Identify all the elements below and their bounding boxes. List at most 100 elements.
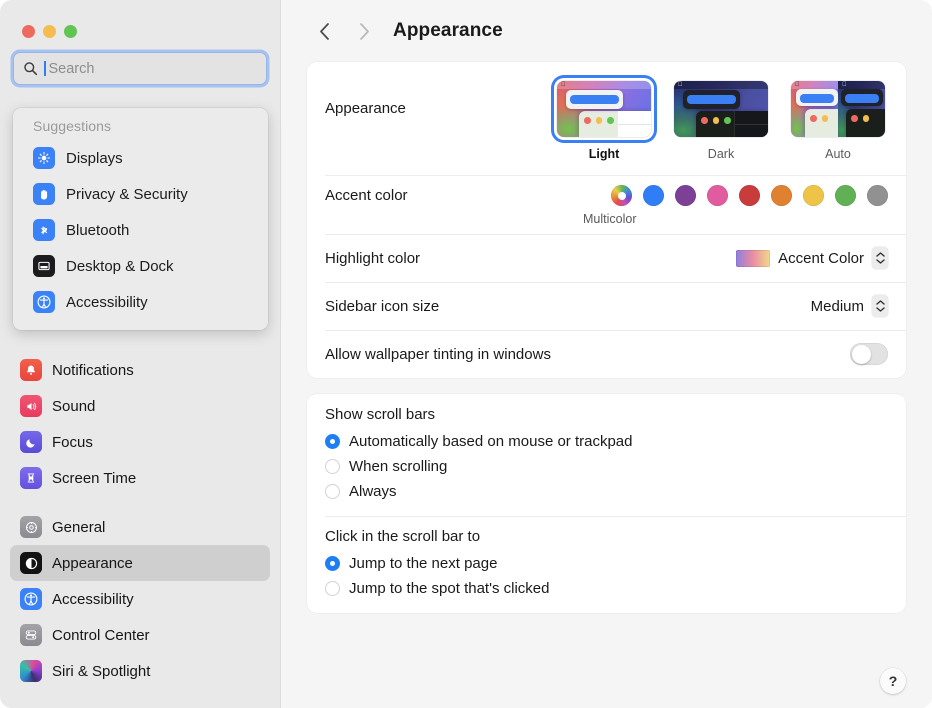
- theme-label: Dark: [708, 147, 734, 161]
- show-scroll-bars-group: Show scroll bars Automatically based on …: [307, 394, 906, 516]
- click-scroll-bar-title: Click in the scroll bar to: [325, 528, 888, 545]
- scroll-bar-settings-card: Show scroll bars Automatically based on …: [307, 394, 906, 613]
- sidebar-item-sound[interactable]: Sound: [10, 388, 270, 424]
- accent-swatch-orange[interactable]: [771, 185, 792, 206]
- bell-icon: [20, 359, 42, 381]
- back-arrow[interactable]: [309, 16, 339, 46]
- radio-button[interactable]: [325, 484, 340, 499]
- sidebar-icon-size-value: Medium: [811, 298, 864, 315]
- brightness-icon: [33, 147, 55, 169]
- suggestion-item-displays[interactable]: Displays: [13, 140, 268, 176]
- suggestion-label: Accessibility: [66, 294, 148, 311]
- chevron-updown-icon[interactable]: [872, 295, 888, 317]
- appearance-icon: [20, 552, 42, 574]
- system-settings-window: Search Suggestions Di: [0, 0, 932, 708]
- dock-icon: [33, 255, 55, 277]
- radio-button[interactable]: [325, 434, 340, 449]
- help-button[interactable]: ?: [880, 668, 906, 694]
- sidebar-nav-list: Notifications Sound Focus: [0, 352, 280, 689]
- control-center-icon: [20, 624, 42, 646]
- sidebar-item-label: Notifications: [52, 362, 134, 379]
- sidebar-icon-size-popup[interactable]: Medium: [811, 295, 888, 317]
- sidebar-item-accessibility[interactable]: Accessibility: [10, 581, 270, 617]
- gear-icon: [20, 516, 42, 538]
- radio-always[interactable]: Always: [325, 479, 888, 504]
- minimize-button[interactable]: [43, 25, 56, 38]
- sidebar-item-general[interactable]: General: [10, 509, 270, 545]
- theme-thumbnail-light[interactable]: : [554, 78, 654, 140]
- sidebar-item-focus[interactable]: Focus: [10, 424, 270, 460]
- theme-option-light[interactable]:  Light: [554, 78, 654, 161]
- radio-button[interactable]: [325, 581, 340, 596]
- suggestion-label: Privacy & Security: [66, 186, 188, 203]
- accent-swatch-yellow[interactable]: [803, 185, 824, 206]
- radio-spot-clicked[interactable]: Jump to the spot that's clicked: [325, 576, 888, 601]
- theme-option-auto[interactable]:  : [788, 78, 888, 161]
- gradient-swatch-icon: [736, 250, 770, 267]
- suggestion-item-bluetooth[interactable]: Bluetooth: [13, 212, 268, 248]
- suggestions-header: Suggestions: [13, 116, 268, 140]
- chevron-updown-icon[interactable]: [872, 247, 888, 269]
- suggestion-item-accessibility[interactable]: Accessibility: [13, 284, 268, 320]
- accent-swatch-red[interactable]: [739, 185, 760, 206]
- theme-label: Auto: [825, 147, 851, 161]
- radio-button[interactable]: [325, 556, 340, 571]
- appearance-label: Appearance: [325, 78, 554, 117]
- sidebar-item-screen-time[interactable]: Screen Time: [10, 460, 270, 496]
- sidebar-item-label: Sound: [52, 398, 95, 415]
- accent-swatch-multicolor[interactable]: [611, 185, 632, 206]
- click-scroll-bar-group: Click in the scroll bar to Jump to the n…: [307, 516, 906, 613]
- sidebar-group-divider: [10, 496, 270, 509]
- hourglass-icon: [20, 467, 42, 489]
- highlight-color-popup[interactable]: Accent Color: [736, 247, 888, 269]
- suggestion-label: Bluetooth: [66, 222, 129, 239]
- accent-swatch-green[interactable]: [835, 185, 856, 206]
- toolbar: Appearance: [281, 0, 932, 62]
- wallpaper-tinting-toggle[interactable]: [850, 343, 888, 365]
- radio-label: Automatically based on mouse or trackpad: [349, 433, 632, 450]
- suggestion-label: Displays: [66, 150, 123, 167]
- theme-option-dark[interactable]:  Dark: [671, 78, 771, 161]
- appearance-settings-card: Appearance : [307, 62, 906, 378]
- theme-thumbnail-dark[interactable]: : [671, 78, 771, 140]
- radio-next-page[interactable]: Jump to the next page: [325, 551, 888, 576]
- accent-color-row: Accent color Multi: [307, 175, 906, 234]
- accent-color-caption: Multicolor: [325, 212, 888, 226]
- show-scroll-bars-title: Show scroll bars: [325, 406, 888, 423]
- accent-swatch-blue[interactable]: [643, 185, 664, 206]
- accessibility-icon: [33, 291, 55, 313]
- theme-thumbnail-auto[interactable]:  : [788, 78, 888, 140]
- accessibility-icon: [20, 588, 42, 610]
- page-title: Appearance: [393, 20, 503, 42]
- radio-button[interactable]: [325, 459, 340, 474]
- close-button[interactable]: [22, 25, 35, 38]
- settings-scroll-area: Appearance : [281, 62, 932, 613]
- wallpaper-tinting-label: Allow wallpaper tinting in windows: [325, 346, 850, 363]
- search-input[interactable]: Search: [13, 52, 267, 85]
- suggestion-item-desktop-dock[interactable]: Desktop & Dock: [13, 248, 268, 284]
- radio-when-scrolling[interactable]: When scrolling: [325, 454, 888, 479]
- sidebar-item-appearance[interactable]: Appearance: [10, 545, 270, 581]
- accent-swatch-pink[interactable]: [707, 185, 728, 206]
- accent-color-label: Accent color: [325, 187, 611, 204]
- sidebar-icon-size-label: Sidebar icon size: [325, 298, 811, 315]
- suggestion-item-privacy-security[interactable]: Privacy & Security: [13, 176, 268, 212]
- radio-label: Jump to the spot that's clicked: [349, 580, 549, 597]
- radio-automatic[interactable]: Automatically based on mouse or trackpad: [325, 429, 888, 454]
- siri-icon: [20, 660, 42, 682]
- sidebar-item-siri-spotlight[interactable]: Siri & Spotlight: [10, 653, 270, 689]
- forward-arrow[interactable]: [349, 16, 379, 46]
- bluetooth-icon: [33, 219, 55, 241]
- content-pane: Appearance Appearance : [281, 0, 932, 708]
- toggle-knob: [852, 345, 871, 364]
- zoom-button[interactable]: [64, 25, 77, 38]
- appearance-row: Appearance : [307, 62, 906, 175]
- sidebar-item-control-center[interactable]: Control Center: [10, 617, 270, 653]
- accent-swatch-purple[interactable]: [675, 185, 696, 206]
- sidebar-icon-size-row: Sidebar icon size Medium: [307, 282, 906, 330]
- suggestion-label: Desktop & Dock: [66, 258, 174, 275]
- sidebar-item-notifications[interactable]: Notifications: [10, 352, 270, 388]
- traffic-lights: [0, 0, 280, 38]
- sidebar-item-label: Siri & Spotlight: [52, 663, 150, 680]
- accent-swatch-graphite[interactable]: [867, 185, 888, 206]
